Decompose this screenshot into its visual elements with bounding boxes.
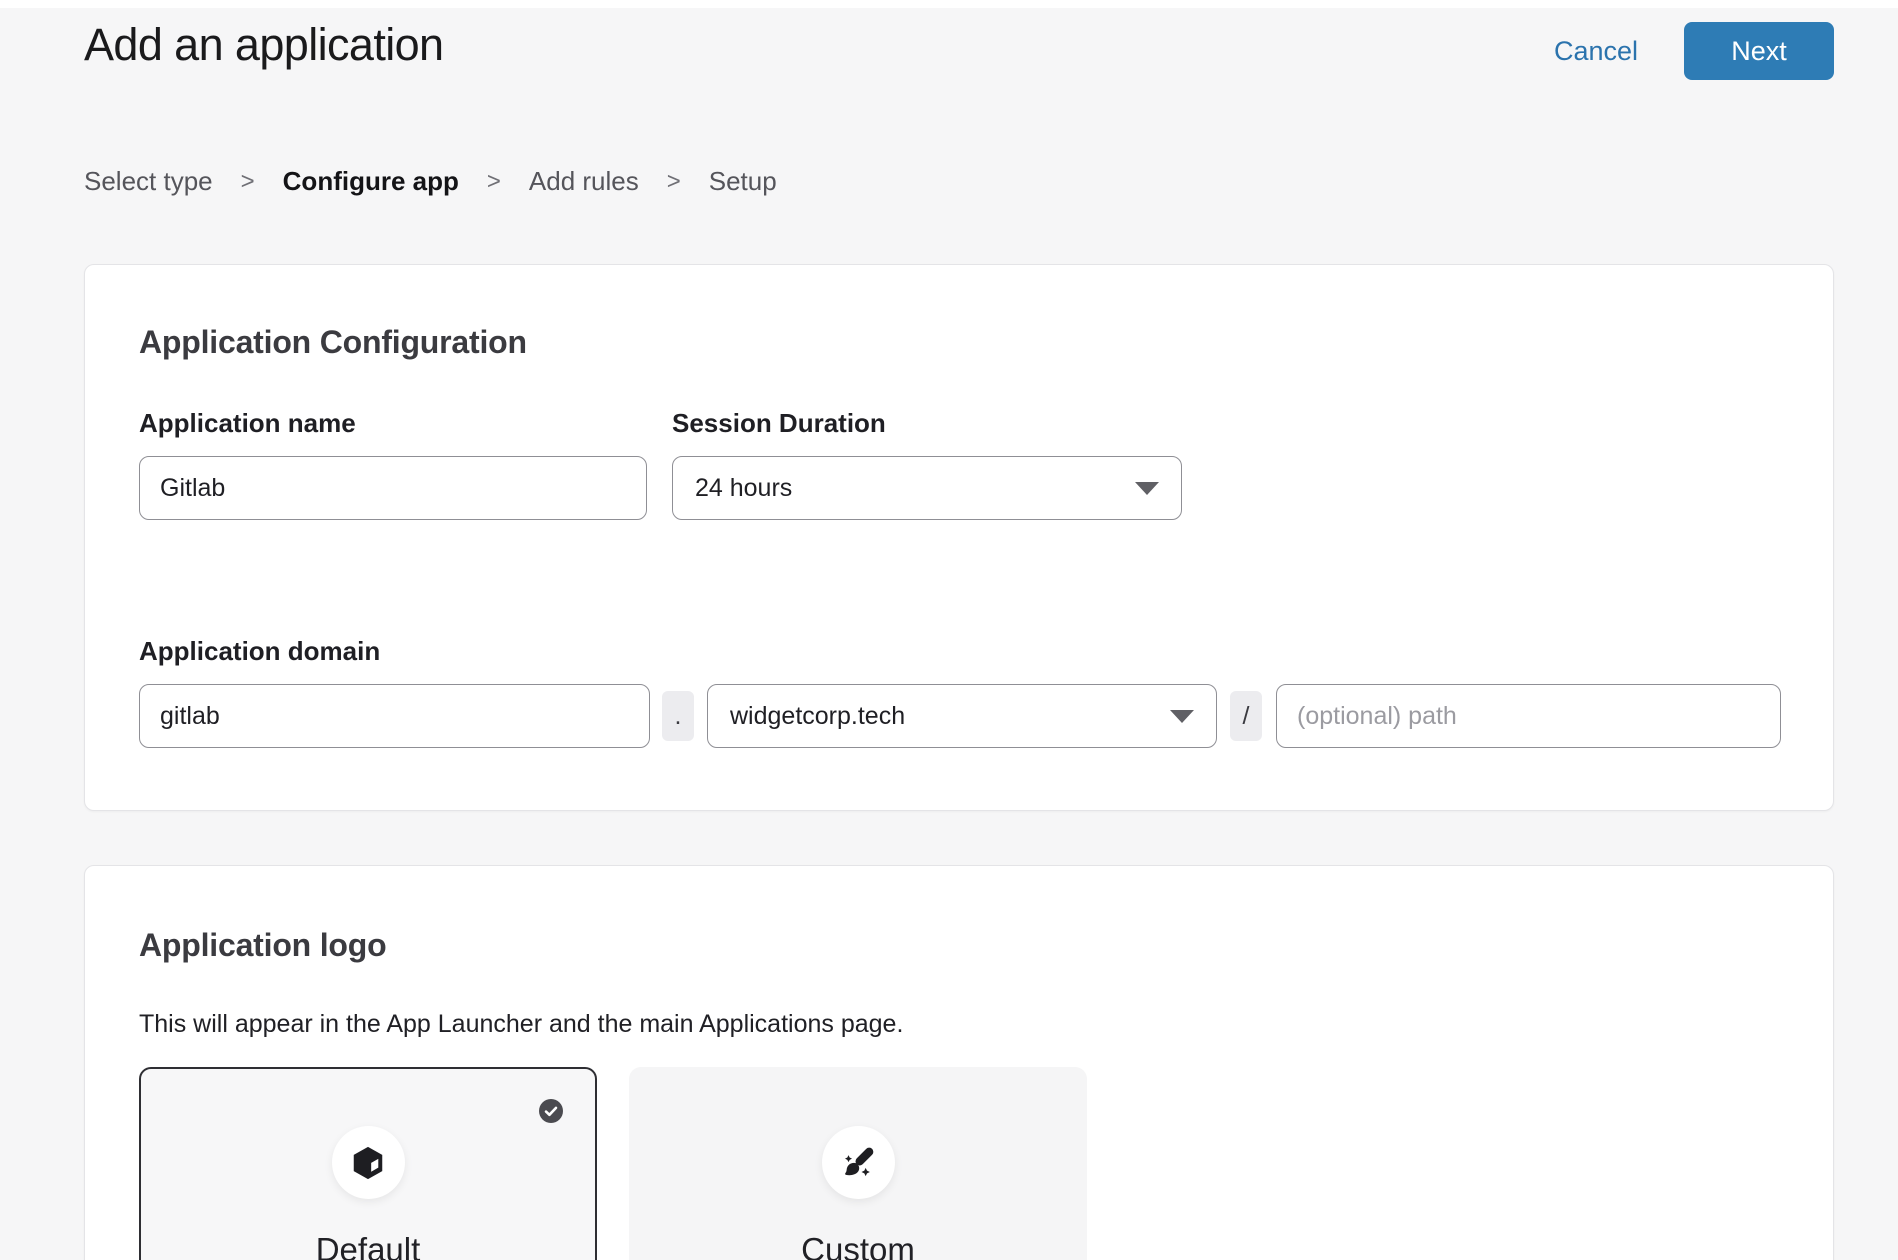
subdomain-input[interactable] (139, 684, 650, 748)
name-duration-row: Application name Session Duration 24 hou… (139, 407, 1779, 520)
session-duration-select[interactable]: 24 hours (672, 456, 1182, 520)
application-configuration-heading: Application Configuration (139, 323, 1779, 361)
cube-icon (349, 1144, 387, 1182)
cancel-button[interactable]: Cancel (1554, 22, 1638, 80)
checkmark-icon (539, 1099, 563, 1123)
chevron-down-icon (1170, 710, 1194, 723)
domain-value: widgetcorp.tech (730, 702, 905, 731)
domain-select[interactable]: widgetcorp.tech (707, 684, 1217, 748)
application-name-field: Application name (139, 407, 647, 520)
page-header: Add an application Cancel Next (84, 8, 1834, 80)
paintbrush-icon (838, 1143, 878, 1183)
application-domain-label: Application domain (139, 635, 1779, 667)
path-input[interactable] (1276, 684, 1781, 748)
application-name-input[interactable] (139, 456, 647, 520)
session-duration-field: Session Duration 24 hours (672, 407, 1182, 520)
step-select-type[interactable]: Select type (84, 166, 213, 197)
next-button[interactable]: Next (1684, 22, 1834, 80)
session-duration-label: Session Duration (672, 407, 1182, 439)
breadcrumb: Select type > Configure app > Add rules … (84, 166, 1834, 197)
logo-option-label: Default (141, 1231, 595, 1260)
logo-options: Default Custom (139, 1067, 1779, 1260)
breadcrumb-separator: > (241, 168, 255, 196)
application-logo-heading: Application logo (139, 926, 1779, 964)
slash-separator: / (1230, 691, 1262, 741)
page-title: Add an application (84, 16, 443, 74)
logo-option-label: Custom (631, 1231, 1085, 1260)
logo-option-custom[interactable]: Custom (629, 1067, 1087, 1260)
breadcrumb-separator: > (667, 168, 681, 196)
application-logo-card: Application logo This will appear in the… (84, 865, 1834, 1260)
application-domain-row: . widgetcorp.tech / (139, 684, 1779, 748)
application-logo-description: This will appear in the App Launcher and… (139, 1009, 1779, 1039)
top-white-strip (0, 0, 1898, 8)
application-configuration-card: Application Configuration Application na… (84, 264, 1834, 811)
dot-separator: . (662, 691, 694, 741)
header-actions: Cancel Next (1554, 22, 1834, 80)
session-duration-value: 24 hours (695, 474, 792, 503)
step-add-rules[interactable]: Add rules (529, 166, 639, 197)
step-configure-app[interactable]: Configure app (283, 166, 459, 197)
chevron-down-icon (1135, 482, 1159, 495)
default-logo-circle (332, 1126, 405, 1199)
breadcrumb-separator: > (487, 168, 501, 196)
page-container: Add an application Cancel Next Select ty… (0, 8, 1898, 1260)
application-name-label: Application name (139, 407, 647, 439)
custom-logo-circle (822, 1126, 895, 1199)
step-setup[interactable]: Setup (709, 166, 777, 197)
logo-option-default[interactable]: Default (139, 1067, 597, 1260)
